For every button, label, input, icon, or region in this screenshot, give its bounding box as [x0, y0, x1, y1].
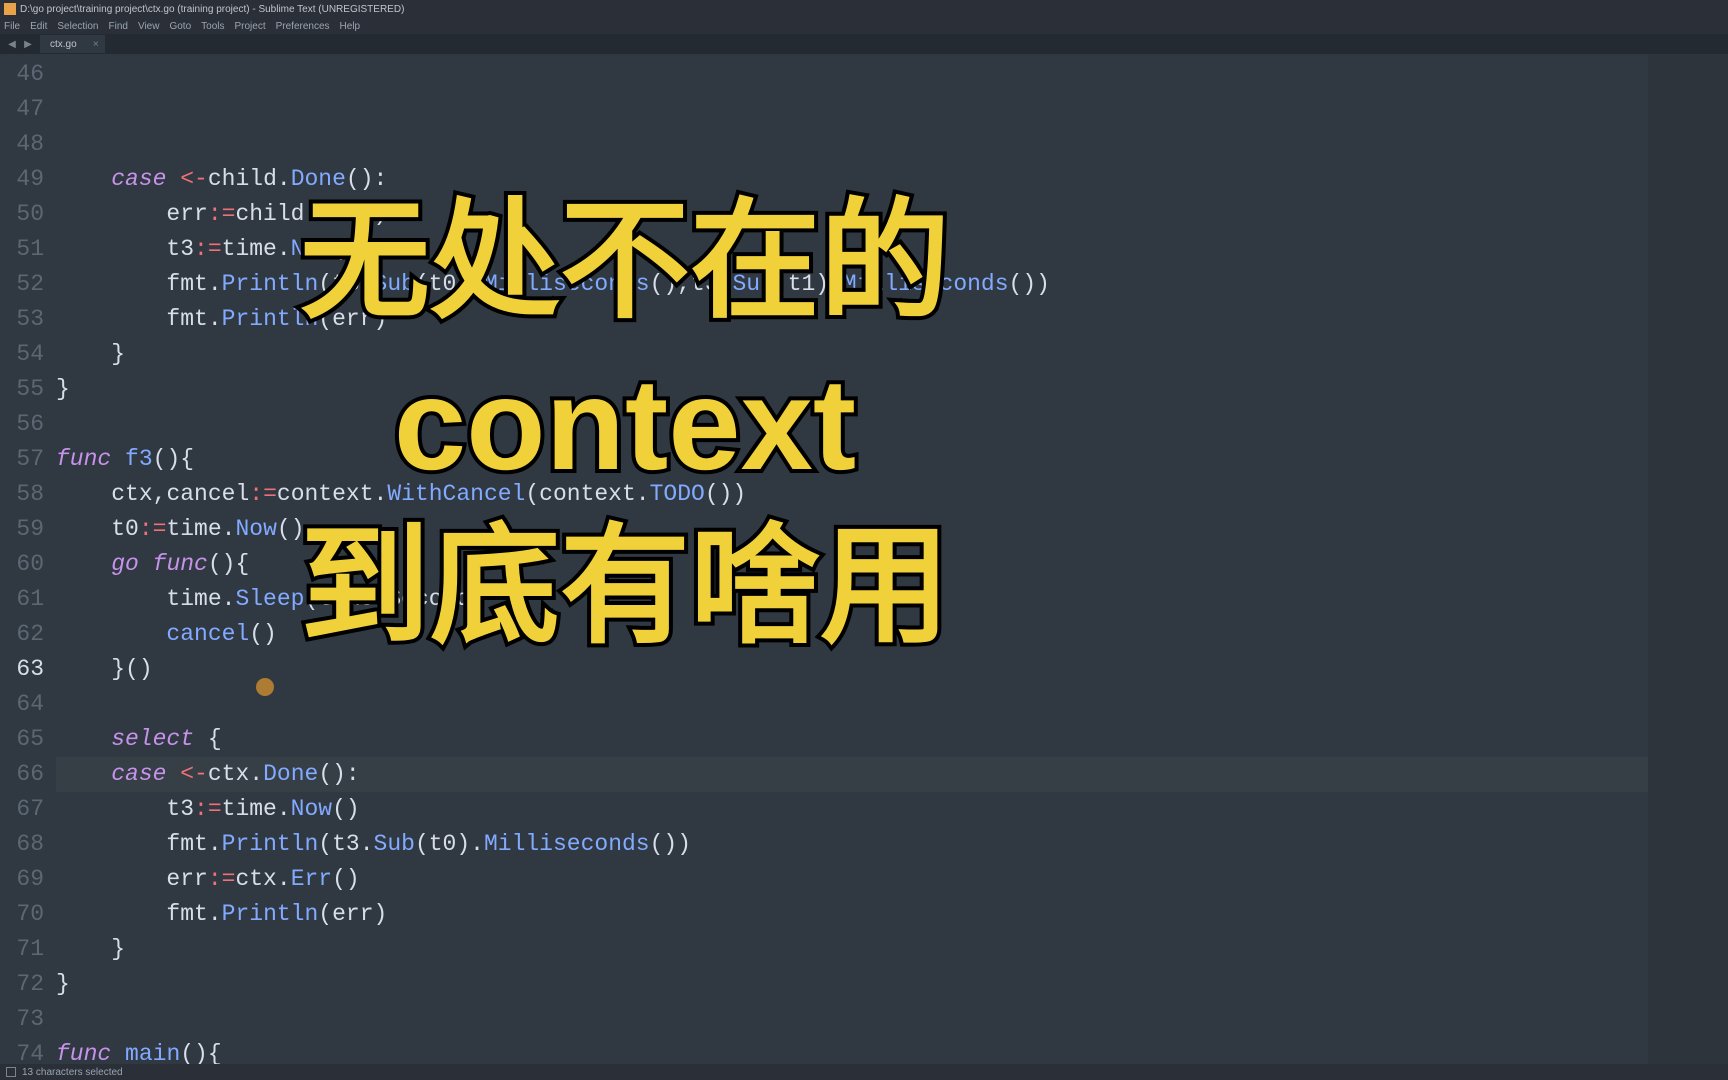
- line-number: 74: [0, 1037, 44, 1064]
- line-number: 50: [0, 197, 44, 232]
- status-selection: 13 characters selected: [22, 1067, 123, 1078]
- window-titlebar: D:\go project\training project\ctx.go (t…: [0, 0, 1728, 18]
- minimap[interactable]: [1648, 54, 1728, 1064]
- tab-bar: ◀ ▶ ctx.go ×: [0, 34, 1728, 54]
- line-number: 57: [0, 442, 44, 477]
- line-number: 68: [0, 827, 44, 862]
- menu-goto[interactable]: Goto: [169, 21, 191, 32]
- line-number: 51: [0, 232, 44, 267]
- line-number: 67: [0, 792, 44, 827]
- code-line[interactable]: cancel(): [56, 617, 1728, 652]
- line-number: 48: [0, 127, 44, 162]
- code-line[interactable]: func f3(){: [56, 442, 1728, 477]
- window-title: D:\go project\training project\ctx.go (t…: [20, 4, 404, 15]
- code-line[interactable]: t3:=time.Now(): [56, 232, 1728, 267]
- app-icon: [4, 3, 16, 15]
- code-line[interactable]: }(): [56, 652, 1728, 687]
- line-number: 66: [0, 757, 44, 792]
- line-number: 62: [0, 617, 44, 652]
- line-number: 46: [0, 57, 44, 92]
- code-line[interactable]: ctx,cancel:=context.WithCancel(context.T…: [56, 477, 1728, 512]
- line-number: 72: [0, 967, 44, 1002]
- line-number: 58: [0, 477, 44, 512]
- line-number: 55: [0, 372, 44, 407]
- menu-help[interactable]: Help: [340, 21, 361, 32]
- code-line[interactable]: }: [56, 932, 1728, 967]
- line-number: 65: [0, 722, 44, 757]
- line-number: 61: [0, 582, 44, 617]
- line-number: 64: [0, 687, 44, 722]
- line-number: 56: [0, 407, 44, 442]
- code-line[interactable]: case <-ctx.Done():: [56, 757, 1728, 792]
- code-content[interactable]: case <-child.Done(): err:=child.Err() t3…: [56, 54, 1728, 1064]
- menu-file[interactable]: File: [4, 21, 20, 32]
- editor-area[interactable]: 4647484950515253545556575859606162636465…: [0, 54, 1728, 1064]
- line-number: 49: [0, 162, 44, 197]
- code-line[interactable]: t0:=time.Now(): [56, 512, 1728, 547]
- code-line[interactable]: fmt.Println(err): [56, 897, 1728, 932]
- code-line[interactable]: [56, 687, 1728, 722]
- code-line[interactable]: err:=ctx.Err(): [56, 862, 1728, 897]
- line-number: 52: [0, 267, 44, 302]
- code-line[interactable]: }: [56, 967, 1728, 1002]
- code-line[interactable]: select {: [56, 722, 1728, 757]
- status-bar: 13 characters selected: [0, 1064, 1728, 1080]
- line-number: 60: [0, 547, 44, 582]
- menu-selection[interactable]: Selection: [57, 21, 98, 32]
- code-line[interactable]: case <-child.Done():: [56, 162, 1728, 197]
- line-number-gutter: 4647484950515253545556575859606162636465…: [0, 54, 56, 1064]
- code-line[interactable]: time.Sleep(time.Second): [56, 582, 1728, 617]
- line-number: 71: [0, 932, 44, 967]
- code-line[interactable]: [56, 407, 1728, 442]
- line-number: 47: [0, 92, 44, 127]
- code-line[interactable]: go func(){: [56, 547, 1728, 582]
- code-line[interactable]: [56, 1002, 1728, 1037]
- menu-project[interactable]: Project: [235, 21, 266, 32]
- tab-ctx-go[interactable]: ctx.go ×: [40, 35, 105, 53]
- line-number: 59: [0, 512, 44, 547]
- nav-back-button[interactable]: ◀: [4, 37, 20, 51]
- code-line[interactable]: func main(){: [56, 1037, 1728, 1064]
- code-line[interactable]: t3:=time.Now(): [56, 792, 1728, 827]
- line-number: 63: [0, 652, 44, 687]
- menu-preferences[interactable]: Preferences: [276, 21, 330, 32]
- nav-forward-button[interactable]: ▶: [20, 37, 36, 51]
- code-line[interactable]: fmt.Println(t3.Sub(t0).Milliseconds()): [56, 827, 1728, 862]
- line-number: 69: [0, 862, 44, 897]
- menu-bar: File Edit Selection Find View Goto Tools…: [0, 18, 1728, 34]
- code-line[interactable]: fmt.Println(t3.Sub(t0).Milliseconds(),t3…: [56, 267, 1728, 302]
- menu-tools[interactable]: Tools: [201, 21, 224, 32]
- close-icon[interactable]: ×: [93, 39, 99, 50]
- line-number: 70: [0, 897, 44, 932]
- line-number: 53: [0, 302, 44, 337]
- menu-view[interactable]: View: [138, 21, 160, 32]
- menu-edit[interactable]: Edit: [30, 21, 47, 32]
- code-line[interactable]: err:=child.Err(): [56, 197, 1728, 232]
- tab-label: ctx.go: [50, 39, 77, 50]
- code-line[interactable]: }: [56, 337, 1728, 372]
- line-number: 73: [0, 1002, 44, 1037]
- line-number: 54: [0, 337, 44, 372]
- code-line[interactable]: }: [56, 372, 1728, 407]
- code-line[interactable]: fmt.Println(err): [56, 302, 1728, 337]
- menu-find[interactable]: Find: [109, 21, 128, 32]
- panel-toggle-icon[interactable]: [6, 1067, 16, 1077]
